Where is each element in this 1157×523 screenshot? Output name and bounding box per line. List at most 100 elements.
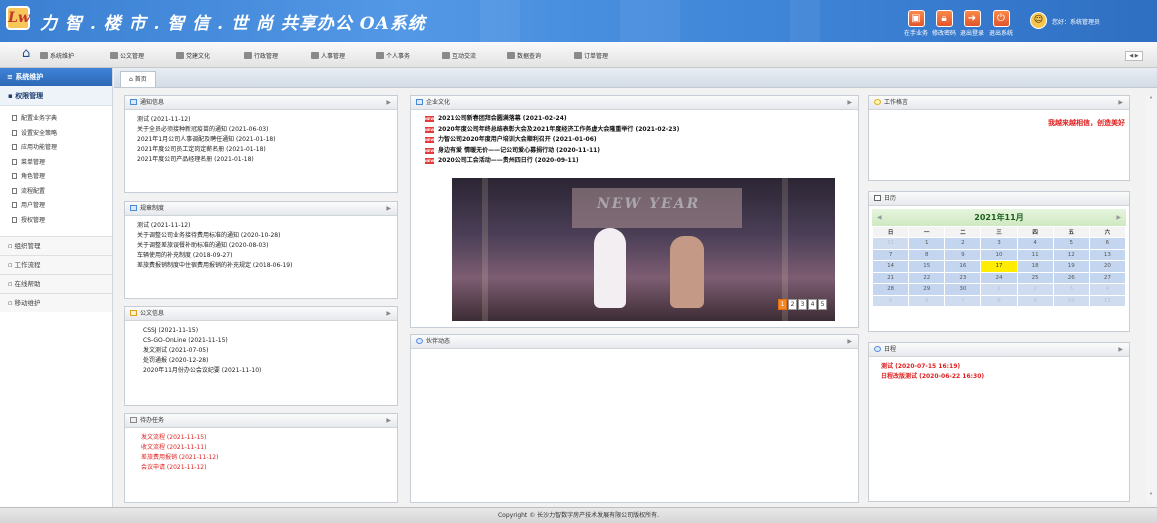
page-scrollbar[interactable]: ˄ ˅ [1146,96,1156,502]
calendar-day[interactable]: 2 [944,237,982,250]
menu-item-orders[interactable]: 订单管理 [574,51,608,60]
list-item[interactable]: 2021年度公司员工定岗定薪名册 (2021-01-18) [137,145,397,155]
list-item[interactable]: 关于全员必须接种新冠疫苗的通知 (2021-06-03) [137,125,397,135]
menu-item-admin[interactable]: 行政管理 [244,51,278,60]
calendar-day[interactable]: 2 [1016,283,1054,296]
pager-button[interactable]: 1 [778,299,787,310]
calendar-day[interactable]: 9 [1016,294,1054,307]
calendar-day[interactable]: 28 [871,283,910,296]
list-item[interactable]: 差旅费报销制度中住宿费用报销的补充规定 (2018-06-19) [137,261,397,271]
more-arrow-icon[interactable]: ▶ [386,414,391,428]
more-arrow-icon[interactable]: ▶ [386,202,391,216]
calendar-day[interactable]: 27 [1088,271,1127,284]
sidebar-item-menus[interactable]: 菜单管理 [0,156,112,171]
sidebar-group-permission[interactable]: ▪ 权限管理 [0,86,112,106]
calendar-day[interactable]: 7 [944,294,982,307]
calendar-day[interactable]: 29 [908,283,946,296]
calendar-day[interactable]: 13 [1088,248,1127,261]
calendar-day[interactable]: 26 [1052,271,1090,284]
calendar-day[interactable]: 25 [1016,271,1054,284]
list-item[interactable]: 2021年1月公司人事调配及聘任通知 (2021-01-18) [137,135,397,145]
calendar-day[interactable]: 22 [908,271,946,284]
menu-item-hr[interactable]: 人事管理 [311,51,345,60]
news-item[interactable]: NEW 2021公司新春团拜会圆满落幕 (2021-02-24) [425,114,858,125]
list-item[interactable]: 2021年度公司产品经理名册 (2021-01-18) [137,155,397,165]
menu-item-documents[interactable]: 公文管理 [110,51,144,60]
calendar-day[interactable]: 6 [908,294,946,307]
menu-item-personal[interactable]: 个人事务 [376,51,410,60]
calendar-day[interactable]: 5 [1052,237,1090,250]
calendar-day[interactable]: 24 [980,271,1018,284]
calendar-day[interactable]: 10 [980,248,1018,261]
calendar-day[interactable]: 16 [944,260,982,273]
user-avatar[interactable]: ☺ [1030,12,1047,29]
list-item[interactable]: 发文测试 (2021-07-05) [143,346,397,356]
news-item[interactable]: NEW 身边有爱 情暖无价——记公司爱心募捐行动 (2020-11-11) [425,146,858,157]
list-item[interactable]: 测试 (2021-11-12) [137,221,397,231]
sidebar-group-workflow[interactable]: ▫ 工作流程 [0,255,112,274]
calendar-day[interactable]: 1 [908,237,946,250]
more-arrow-icon[interactable]: ▶ [1118,96,1123,110]
calendar-day[interactable]: 9 [944,248,982,261]
more-arrow-icon[interactable]: ▶ [386,307,391,321]
more-arrow-icon[interactable]: ▶ [847,96,852,110]
list-item[interactable]: 测试 (2021-11-12) [137,115,397,125]
calendar-day[interactable]: 11 [1088,294,1127,307]
calendar-day[interactable]: 18 [1016,260,1054,273]
list-item[interactable]: 测试 (2020-07-15 16:19) [881,362,1129,372]
next-month-icon[interactable]: ▶ [1116,209,1121,226]
culture-photo-slider[interactable]: NEW YEAR 12345 [452,178,835,321]
calendar-day[interactable]: 10 [1052,294,1090,307]
sidebar-item-authorization[interactable]: 授权管理 [0,214,112,229]
sidebar-item-app-functions[interactable]: 应用功能管理 [0,141,112,156]
pager-button[interactable]: 4 [808,299,817,310]
sidebar-item-workflow-config[interactable]: 流程配置 [0,185,112,200]
calendar-day[interactable]: 23 [944,271,982,284]
sidebar-item-security[interactable]: 设置安全策略 [0,127,112,142]
sidebar-item-users[interactable]: 用户管理 [0,199,112,214]
calendar-day[interactable]: 3 [980,237,1018,250]
calendar-day[interactable]: 14 [871,260,910,273]
sidebar-group-help[interactable]: ▫ 在线帮助 [0,274,112,293]
list-item[interactable]: 会议申请 (2021-11-12) [141,463,397,473]
list-item[interactable]: 差旅费用报销 (2021-11-12) [141,453,397,463]
list-item[interactable]: 日程改版测试 (2020-06-22 16:30) [881,372,1129,382]
calendar-day[interactable]: 4 [1088,283,1127,296]
menu-item-system[interactable]: 系统维护 [40,51,74,60]
list-item[interactable]: CS-GO-OnLine (2021-11-15) [143,336,397,346]
calendar-day[interactable]: 19 [1052,260,1090,273]
change-password-button[interactable]: 🔒︎ 修改密码 [929,10,959,37]
pager-button[interactable]: 3 [798,299,807,310]
exit-system-button[interactable]: ⏻ 退出系统 [986,10,1016,37]
more-arrow-icon[interactable]: ▶ [847,335,852,349]
sidebar-item-dictionary[interactable]: 配置业务字典 [0,112,112,127]
calendar-day[interactable]: 11 [1016,248,1054,261]
prev-month-icon[interactable]: ◀ [877,209,882,226]
calendar-day[interactable]: 8 [908,248,946,261]
pager-button[interactable]: 5 [818,299,827,310]
list-item[interactable]: 处罚通报 (2020-12-28) [143,356,397,366]
news-item[interactable]: NEW 力智公司2020年度用户培训大会顺利召开 (2021-01-06) [425,135,858,146]
scroll-down-icon[interactable]: ˅ [1146,492,1156,502]
list-item[interactable]: 关于调整公司业务接待费用标准的通知 (2020-10-28) [137,231,397,241]
list-item[interactable]: 关于调整差旅误餐补助标准的通知 (2020-08-03) [137,241,397,251]
home-icon[interactable]: ⌂ [22,47,30,61]
calendar-day[interactable]: 6 [1088,237,1127,250]
calendar-day[interactable]: 15 [908,260,946,273]
calendar-day[interactable]: 17 [980,260,1018,273]
more-arrow-icon[interactable]: ▶ [1118,343,1123,357]
menu-scroll-arrows[interactable]: ◀ ▶ [1125,51,1143,61]
list-item[interactable]: 2020年11月份办公会议纪要 (2021-11-10) [143,366,397,376]
news-item[interactable]: NEW 2020公司工会活动——贵州四日行 (2020-09-11) [425,156,858,167]
list-item[interactable]: 车辆使用的补充制度 (2018-09-27) [137,251,397,261]
tab-home[interactable]: ⌂ 首页 [120,71,156,87]
more-arrow-icon[interactable]: ▶ [386,96,391,110]
list-item[interactable]: 发文流程 (2021-11-15) [141,433,397,443]
list-item[interactable]: CSSJ (2021-11-15) [143,326,397,336]
sidebar-group-organization[interactable]: ▫ 组织管理 [0,236,112,255]
calendar-day[interactable]: 3 [1052,283,1090,296]
menu-item-party[interactable]: 党建文化 [176,51,210,60]
sidebar-item-roles[interactable]: 角色管理 [0,170,112,185]
calendar-day[interactable]: 1 [980,283,1018,296]
calendar-day[interactable]: 5 [871,294,910,307]
